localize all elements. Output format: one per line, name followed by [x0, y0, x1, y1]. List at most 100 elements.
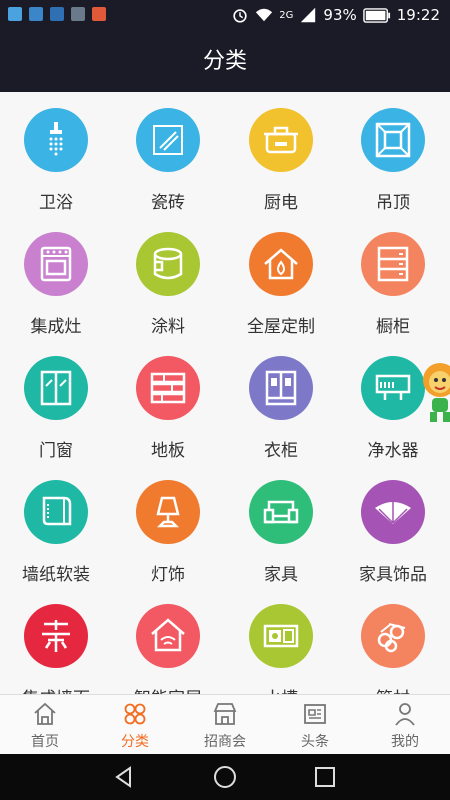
header: 分类 [0, 32, 450, 92]
category-icon-circle [361, 480, 425, 544]
category-icon-circle [136, 480, 200, 544]
category-label: 涂料 [151, 317, 185, 337]
category-label: 瓷砖 [151, 193, 185, 213]
category-item[interactable]: 家具 [225, 464, 337, 588]
nav-label: 招商会 [204, 734, 246, 750]
nav-label: 分类 [121, 734, 149, 750]
message-icon [29, 7, 43, 21]
alarm-icon [233, 9, 247, 23]
wallpaper-icon [42, 496, 72, 526]
ceiling-icon [375, 122, 411, 158]
user-icon [395, 703, 415, 726]
category-icon-circle [24, 232, 88, 296]
pipe-icon [377, 623, 406, 653]
notification-icons [8, 7, 106, 21]
category-label: 管材 [337, 684, 449, 694]
home-circle-icon[interactable] [213, 765, 237, 789]
category-item[interactable]: 集成墙面 [0, 588, 112, 694]
category-icon-circle [136, 108, 200, 172]
stove-icon [40, 246, 72, 282]
health-icon [50, 7, 64, 21]
mascot-icon[interactable] [416, 360, 450, 426]
category-content[interactable]: 卫浴 瓷砖 厨电 吊顶集成灶 涂料 全屋定制 橱柜门窗 地板 衣柜 净水器墙纸软装 灯饰 家具 家具饰品… [0, 92, 450, 694]
category-label: 卫浴 [39, 193, 73, 213]
home-icon [34, 702, 56, 725]
category-icon-circle [136, 356, 200, 420]
tile-icon [153, 125, 183, 155]
category-label: 水槽 [225, 684, 337, 694]
paint-bucket-icon [153, 247, 183, 280]
category-item[interactable]: 家具饰品 [337, 464, 449, 588]
category-item[interactable]: 智能家居 [112, 588, 224, 694]
wifi-icon [256, 8, 273, 22]
category-label: 家具饰品 [359, 565, 427, 585]
nav-item-2[interactable]: 招商会 [180, 695, 270, 755]
category-icon-circle [361, 108, 425, 172]
category-label: 吊顶 [376, 193, 410, 213]
bottom-nav: 首页 分类 招商会 头条 我的 [0, 694, 450, 754]
category-item[interactable]: 涂料 [112, 216, 224, 340]
house-icon [264, 248, 298, 280]
shower-icon [49, 122, 63, 156]
category-label: 门窗 [39, 441, 73, 461]
category-icon-circle [24, 604, 88, 668]
category-item[interactable]: 灯饰 [112, 464, 224, 588]
category-item[interactable]: 地板 [112, 340, 224, 464]
category-item[interactable]: 厨电 [225, 92, 337, 216]
signal-icon [301, 7, 316, 23]
category-label: 灯饰 [151, 565, 185, 585]
block-icon [92, 7, 106, 21]
category-icon-circle [361, 604, 425, 668]
category-icon-circle [136, 232, 200, 296]
category-icon-circle [249, 480, 313, 544]
category-item[interactable]: 墙纸软装 [0, 464, 112, 588]
category-item[interactable]: 全屋定制 [225, 216, 337, 340]
category-item[interactable]: 卫浴 [0, 92, 112, 216]
category-label: 智能家居 [112, 684, 224, 694]
category-item[interactable]: 瓷砖 [112, 92, 224, 216]
category-label: 地板 [151, 441, 185, 461]
sink-icon [263, 624, 299, 648]
category-item[interactable]: 吊顶 [337, 92, 449, 216]
category-label: 衣柜 [264, 441, 298, 461]
window-icon [40, 370, 72, 406]
back-icon[interactable] [112, 765, 136, 789]
category-label: 净水器 [367, 441, 419, 461]
category-item[interactable]: 衣柜 [225, 340, 337, 464]
category-icon-circle [24, 108, 88, 172]
category-icon-circle [249, 108, 313, 172]
category-icon-circle [249, 232, 313, 296]
category-item[interactable]: 水槽 [225, 588, 337, 694]
category-icon-circle [249, 356, 313, 420]
category-item[interactable]: 集成灶 [0, 216, 112, 340]
category-item[interactable]: 橱柜 [337, 216, 449, 340]
battery-percent: 93% [323, 6, 357, 24]
page-title: 分类 [202, 49, 247, 74]
status-bar: 2G 93% 19:22 [0, 0, 450, 32]
category-icon [124, 703, 146, 725]
news-icon [304, 704, 326, 724]
cabinet-icon [377, 246, 409, 282]
category-item[interactable]: 门窗 [0, 340, 112, 464]
gallery-icon [8, 7, 22, 21]
wardrobe-icon [265, 370, 297, 406]
nav-item-0[interactable]: 首页 [0, 695, 90, 755]
category-item[interactable]: 管材 [337, 588, 449, 694]
sofa-icon [263, 500, 299, 524]
smart-home-icon [151, 618, 185, 652]
category-icon-circle [24, 356, 88, 420]
category-icon-circle [136, 604, 200, 668]
recents-icon[interactable] [313, 765, 337, 789]
nav-item-4[interactable]: 我的 [360, 695, 450, 755]
cooker-icon [264, 126, 298, 154]
system-nav-bar [0, 754, 450, 800]
wall-panel-icon [42, 620, 70, 652]
category-icon-circle [24, 480, 88, 544]
battery-icon [362, 7, 390, 23]
nav-item-1[interactable]: 分类 [90, 695, 180, 755]
category-label: 橱柜 [376, 317, 410, 337]
category-label: 墙纸软装 [22, 565, 90, 585]
nav-label: 头条 [301, 734, 329, 750]
nav-item-3[interactable]: 头条 [270, 695, 360, 755]
photo-icon [71, 7, 85, 21]
